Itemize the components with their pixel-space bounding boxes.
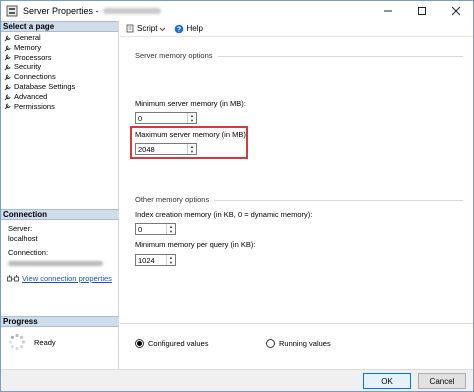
index-memory-input[interactable]: 0 ▲ ▼ bbox=[135, 223, 176, 235]
wrench-icon bbox=[4, 35, 11, 42]
page-label: Security bbox=[14, 62, 42, 72]
window-title: Server Properties - bbox=[23, 6, 99, 16]
cancel-button[interactable]: Cancel bbox=[418, 373, 466, 389]
wrench-icon bbox=[4, 94, 11, 101]
wrench-icon bbox=[4, 45, 11, 52]
running-values-label: Running values bbox=[279, 339, 331, 348]
select-page-header: Select a page bbox=[1, 21, 118, 32]
main-pane: Script ? Help Server memory options Mini… bbox=[120, 21, 473, 369]
configured-values-radio[interactable]: Configured values bbox=[135, 339, 208, 348]
server-label: Server: bbox=[8, 224, 33, 233]
page-label: Memory bbox=[14, 42, 42, 52]
toolbar: Script ? Help bbox=[120, 21, 473, 37]
wrench-icon bbox=[4, 84, 11, 91]
maximize-button[interactable] bbox=[405, 1, 439, 21]
progress-section: Progress Ready bbox=[1, 316, 119, 351]
min-query-memory-value: 1024 bbox=[138, 255, 155, 265]
wrench-icon bbox=[4, 74, 11, 81]
connection-properties-icon bbox=[7, 275, 19, 282]
divider bbox=[214, 200, 463, 201]
min-query-memory-stepper[interactable]: ▲ ▼ bbox=[166, 255, 175, 265]
wrench-icon bbox=[4, 103, 11, 110]
page-item-processors[interactable]: Processors bbox=[4, 53, 118, 63]
svg-text:?: ? bbox=[177, 26, 181, 33]
connection-label: Connection: bbox=[8, 248, 49, 257]
script-button[interactable]: Script bbox=[126, 24, 168, 33]
help-icon: ? bbox=[175, 24, 184, 33]
server-value: localhost bbox=[8, 234, 38, 243]
progress-spinner-icon bbox=[8, 333, 26, 351]
progress-header: Progress bbox=[1, 316, 119, 327]
server-name-redacted bbox=[102, 8, 161, 14]
page-list: General Memory Processors Security Conne… bbox=[1, 32, 118, 111]
progress-status: Ready bbox=[34, 337, 56, 347]
minimize-icon bbox=[384, 10, 392, 12]
chevron-down-icon bbox=[160, 27, 166, 31]
help-label: Help bbox=[186, 24, 203, 33]
connection-header: Connection bbox=[1, 209, 119, 220]
server-memory-title: Server memory options bbox=[135, 51, 213, 60]
min-memory-stepper[interactable]: ▲ ▼ bbox=[187, 113, 196, 123]
page-item-security[interactable]: Security bbox=[4, 62, 118, 72]
page-item-advanced[interactable]: Advanced bbox=[4, 92, 118, 102]
help-button[interactable]: ? Help bbox=[174, 24, 203, 34]
page-item-memory[interactable]: Memory bbox=[4, 43, 118, 53]
dialog-footer: OK Cancel bbox=[1, 369, 473, 391]
divider bbox=[120, 323, 473, 324]
connection-value-redacted bbox=[8, 260, 103, 266]
title-bar: Server Properties - bbox=[1, 1, 473, 21]
server-properties-window: Server Properties - Select a page Genera… bbox=[0, 0, 474, 392]
radio-selected-icon bbox=[135, 339, 144, 348]
page-label: Connections bbox=[14, 72, 56, 82]
minimize-button[interactable] bbox=[371, 1, 405, 21]
server-icon bbox=[6, 5, 18, 17]
divider bbox=[218, 56, 463, 57]
max-memory-highlight bbox=[130, 126, 248, 159]
page-label: Advanced bbox=[14, 91, 48, 101]
connection-section: Connection Server: localhost Connection:… bbox=[1, 209, 119, 284]
page-label: Permissions bbox=[14, 101, 55, 111]
radio-unselected-icon bbox=[266, 339, 275, 348]
index-memory-label: Index creation memory (in KB, 0 = dynami… bbox=[135, 210, 313, 219]
page-label: Database Settings bbox=[14, 81, 76, 91]
script-icon bbox=[126, 24, 134, 33]
left-pane: Select a page General Memory Processors … bbox=[1, 21, 119, 391]
min-memory-input[interactable]: 0 ▲ ▼ bbox=[135, 112, 197, 124]
page-item-general[interactable]: General bbox=[4, 33, 118, 43]
ok-button[interactable]: OK bbox=[363, 373, 411, 389]
page-item-permissions[interactable]: Permissions bbox=[4, 102, 118, 112]
min-query-memory-label: Minimum memory per query (in KB): bbox=[135, 240, 256, 249]
index-memory-value: 0 bbox=[138, 224, 143, 234]
page-item-connections[interactable]: Connections bbox=[4, 72, 118, 82]
close-button[interactable] bbox=[439, 1, 473, 21]
running-values-radio[interactable]: Running values bbox=[266, 339, 331, 348]
index-memory-stepper[interactable]: ▲ ▼ bbox=[166, 224, 175, 234]
page-label: Processors bbox=[14, 52, 52, 62]
min-memory-value: 0 bbox=[138, 113, 143, 123]
page-item-database-settings[interactable]: Database Settings bbox=[4, 82, 118, 92]
script-label: Script bbox=[137, 24, 158, 33]
maximize-icon bbox=[418, 7, 426, 15]
min-memory-label: Minimum server memory (in MB): bbox=[135, 99, 246, 108]
other-memory-title: Other memory options bbox=[135, 195, 210, 204]
configured-values-label: Configured values bbox=[148, 339, 209, 348]
wrench-icon bbox=[4, 54, 11, 61]
min-query-memory-input[interactable]: 1024 ▲ ▼ bbox=[135, 254, 176, 266]
view-connection-properties-link[interactable]: View connection properties bbox=[22, 274, 112, 284]
close-icon bbox=[451, 6, 461, 16]
wrench-icon bbox=[4, 64, 11, 71]
page-label: General bbox=[14, 33, 41, 42]
